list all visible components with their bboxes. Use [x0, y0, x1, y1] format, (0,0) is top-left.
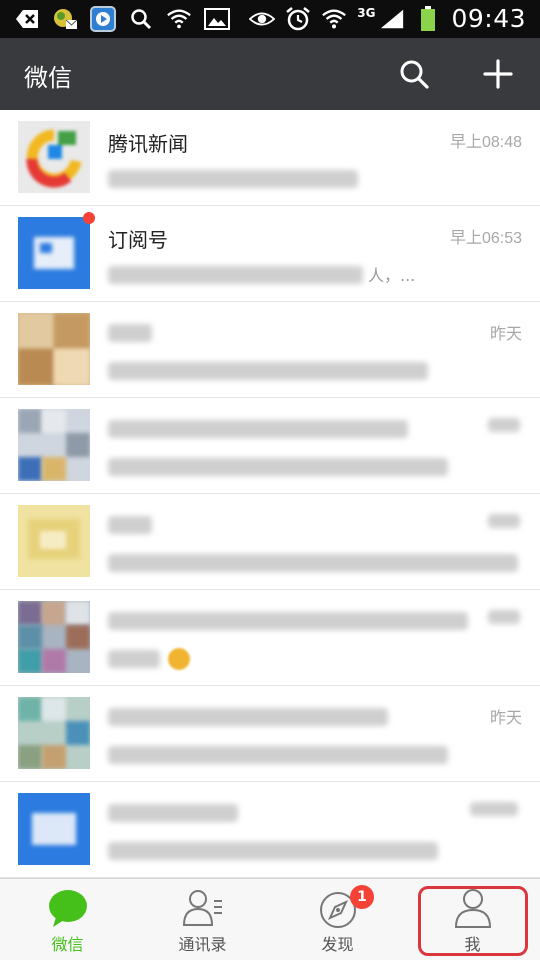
avatar — [18, 121, 90, 193]
network-type-label: 3G — [357, 5, 376, 20]
chat-row[interactable] — [0, 590, 540, 686]
app-header: 微信 — [0, 38, 540, 110]
preview-redacted — [108, 266, 363, 284]
time-redacted — [488, 418, 520, 432]
tab-chats[interactable]: 微信 — [0, 879, 135, 961]
avatar — [18, 793, 90, 865]
emoji-icon — [168, 648, 190, 670]
chat-row[interactable]: 昨天 — [0, 302, 540, 398]
page-title: 微信 — [24, 64, 72, 92]
preview-redacted — [108, 650, 160, 668]
chat-bubble-icon — [49, 890, 87, 927]
chat-row[interactable]: 昨天 — [0, 686, 540, 782]
preview-redacted — [108, 170, 358, 188]
chat-time: 昨天 — [489, 710, 522, 727]
highlight-box — [418, 886, 528, 956]
chat-row[interactable]: 订阅号 早上06:53 人，... — [0, 206, 540, 302]
search-button[interactable] — [394, 54, 434, 94]
back-icon — [14, 6, 40, 32]
avatar — [18, 409, 90, 481]
search-status-icon — [128, 6, 154, 32]
preview-redacted — [108, 554, 518, 572]
tab-discover[interactable]: 1 发现 — [270, 879, 405, 961]
time-redacted — [470, 802, 518, 816]
chat-row[interactable] — [0, 494, 540, 590]
cell-signal-icon — [379, 6, 405, 32]
avatar — [18, 601, 90, 673]
chat-list: 腾讯新闻 早上08:48 订阅号 早上06:53 人，... 昨天 昨天 — [0, 110, 540, 878]
preview-redacted — [108, 458, 448, 476]
search-icon — [400, 60, 429, 89]
image-icon — [204, 6, 230, 32]
avatar — [18, 313, 90, 385]
chat-row[interactable] — [0, 398, 540, 494]
avatar — [18, 505, 90, 577]
preview-redacted — [108, 362, 428, 380]
tab-label: 微信 — [51, 935, 84, 954]
preview-redacted — [108, 746, 448, 764]
eye-icon — [249, 6, 276, 32]
name-redacted — [108, 708, 388, 726]
chat-name: 腾讯新闻 — [108, 132, 188, 156]
time-redacted — [488, 514, 520, 528]
wifi-status-icon — [166, 6, 192, 32]
avatar — [18, 217, 90, 289]
name-redacted — [108, 324, 152, 342]
wifi-signal-icon — [321, 6, 347, 32]
battery-icon — [415, 5, 441, 32]
chat-time: 早上06:53 — [449, 230, 522, 247]
plus-icon — [483, 59, 513, 89]
avatar — [18, 697, 90, 769]
chat-row[interactable]: 腾讯新闻 早上08:48 — [0, 110, 540, 206]
video-app-icon — [90, 6, 116, 32]
app-notification-icon — [52, 6, 78, 32]
preview-redacted — [108, 842, 438, 860]
clock-time: 09:43 — [451, 4, 526, 33]
time-redacted — [488, 610, 520, 624]
alarm-icon — [285, 6, 311, 32]
tab-contacts[interactable]: 通讯录 — [135, 879, 270, 961]
tab-label: 发现 — [321, 935, 354, 954]
name-redacted — [108, 420, 408, 438]
unread-dot — [83, 212, 95, 224]
status-bar: 3G 09:43 — [0, 0, 540, 38]
chat-name: 订阅号 — [108, 228, 168, 252]
chat-preview: 人，... — [368, 266, 416, 285]
chat-row[interactable] — [0, 782, 540, 878]
name-redacted — [108, 612, 468, 630]
chat-time: 早上08:48 — [449, 134, 522, 151]
contacts-icon — [182, 890, 222, 926]
chat-time: 昨天 — [489, 326, 522, 343]
name-redacted — [108, 804, 238, 822]
discover-badge: 1 — [350, 885, 374, 909]
name-redacted — [108, 516, 152, 534]
add-button[interactable] — [478, 54, 518, 94]
tab-label: 通讯录 — [178, 935, 227, 954]
